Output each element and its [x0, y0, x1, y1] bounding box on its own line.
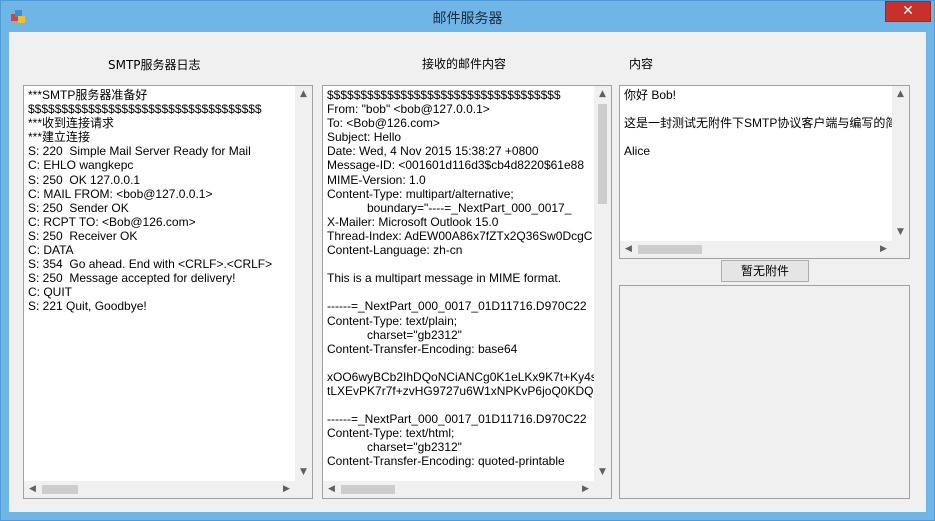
mail-line: Thread-Index: AdEW00A86x7fZTx2Q36Sw0DcgC [327, 228, 593, 243]
mail-line [327, 257, 595, 271]
close-button[interactable]: ✕ [885, 1, 931, 22]
mail-line: charset="gb2312" [327, 440, 462, 455]
scroll-down-icon[interactable]: ▼ [594, 464, 611, 481]
mail-line: Content-Type: multipart/alternative; [327, 186, 514, 201]
mail-line: Date: Wed, 4 Nov 2015 15:38:27 +0800 [327, 144, 539, 159]
log-line: C: EHLO wangkepc [28, 158, 134, 173]
log-line: ***收到连接请求 [28, 116, 115, 131]
mail-line: tLXEvPK7r7f+zvHG9727u6W1xNPKvP6joQ0KDQo [327, 383, 595, 398]
main-window: 邮件服务器 ✕ SMTP服务器日志 接收的邮件内容 内容 ***SMTP服务器准… [0, 0, 935, 521]
received-mail-heading: 接收的邮件内容 [422, 57, 507, 71]
smtp-log-vertical-scrollbar[interactable]: ▲ ▼ [295, 86, 312, 481]
scroll-up-icon[interactable]: ▲ [295, 86, 312, 103]
log-line: C: MAIL FROM: <bob@127.0.0.1> [28, 186, 213, 201]
scroll-right-icon[interactable]: ▶ [875, 241, 892, 258]
scroll-down-icon[interactable]: ▼ [295, 464, 312, 481]
scroll-left-icon[interactable]: ◀ [620, 241, 637, 258]
content-line: Alice [624, 144, 651, 159]
log-line: S: 250 Sender OK [28, 200, 129, 215]
mail-line: xOO6wyBCb2IhDQoNCiANCg0K1eLKx9K7t+Ky4sn [327, 369, 595, 384]
log-line: C: QUIT [28, 285, 72, 300]
attachment-panel [619, 285, 910, 499]
scroll-thumb[interactable] [42, 485, 78, 494]
window-title: 邮件服务器 [432, 11, 503, 27]
mail-line: boundary="----=_NextPart_000_0017_ [327, 200, 572, 215]
scroll-left-icon[interactable]: ◀ [24, 481, 41, 498]
log-line: C: RCPT TO: <Bob@126.com> [28, 214, 196, 229]
content-horizontal-scrollbar[interactable]: ◀ ▶ [620, 241, 892, 258]
smtp-log-text: ***SMTP服务器准备好 $$$$$$$$$$$$$$$$$$$$$$$$$$$… [28, 88, 296, 480]
content-heading: 内容 [629, 57, 654, 71]
mail-line: ------=_NextPart_000_0017_01D11716.D970C… [327, 412, 587, 427]
content-vertical-scrollbar[interactable]: ▲ ▼ [892, 86, 909, 241]
received-mail-textbox[interactable]: $$$$$$$$$$$$$$$$$$$$$$$$$$$$$$$$$$$ From:… [322, 85, 612, 499]
received-mail-horizontal-scrollbar[interactable]: ◀ ▶ [323, 481, 594, 498]
mail-line: charset="gb2312" [327, 327, 462, 342]
received-mail-text: $$$$$$$$$$$$$$$$$$$$$$$$$$$$$$$$$$$ From:… [327, 88, 595, 480]
title-bar[interactable]: 邮件服务器 ✕ [1, 1, 934, 32]
content-text: 你好 Bob! 这是一封测试无附件下SMTP协议客户端与编写的简 Alice [624, 88, 894, 240]
scroll-corner [594, 481, 611, 498]
log-line: S: 354 Go ahead. End with <CRLF>.<CRLF> [28, 257, 273, 272]
scroll-up-icon[interactable]: ▲ [892, 86, 909, 103]
content-textbox[interactable]: 你好 Bob! 这是一封测试无附件下SMTP协议客户端与编写的简 Alice ▲ ▼… [619, 85, 910, 259]
log-line: S: 250 OK 127.0.0.1 [28, 172, 141, 187]
log-line: S: 220 Simple Mail Server Ready for Mail [28, 144, 251, 159]
mail-line: ------=_NextPart_000_0017_01D11716.D970C… [327, 299, 587, 314]
mail-line: Subject: Hello [327, 130, 402, 145]
smtp-log-heading: SMTP服务器日志 [108, 58, 201, 72]
log-line: $$$$$$$$$$$$$$$$$$$$$$$$$$$$$$$$$$$ [28, 102, 262, 117]
mail-line: To: <Bob@126.com> [327, 116, 440, 131]
scroll-thumb[interactable] [341, 485, 395, 494]
mail-line: Content-Type: text/plain; [327, 313, 458, 328]
scroll-up-icon[interactable]: ▲ [594, 86, 611, 103]
mail-line: Content-Type: text/html; [327, 426, 455, 441]
scroll-left-icon[interactable]: ◀ [323, 481, 340, 498]
log-line: S: 250 Receiver OK [28, 228, 138, 243]
mail-line: Content-Transfer-Encoding: quoted-printa… [327, 454, 565, 469]
mail-line: This is a multipart message in MIME form… [327, 271, 562, 286]
scroll-down-icon[interactable]: ▼ [892, 224, 909, 241]
content-line [624, 130, 894, 144]
scroll-right-icon[interactable]: ▶ [278, 481, 295, 498]
mail-line: $$$$$$$$$$$$$$$$$$$$$$$$$$$$$$$$$$$ [327, 88, 561, 102]
scroll-corner [295, 481, 312, 498]
scroll-right-icon[interactable]: ▶ [577, 481, 594, 498]
mail-line: Message-ID: <001601d116d3$cb4d8220$61e88 [327, 158, 584, 173]
scroll-thumb[interactable] [598, 104, 607, 204]
mail-line [327, 356, 595, 370]
log-line: ***SMTP服务器准备好 [28, 88, 148, 102]
scroll-thumb[interactable] [638, 245, 702, 254]
mail-line [327, 285, 595, 299]
mail-line: MIME-Version: 1.0 [327, 172, 426, 187]
received-mail-vertical-scrollbar[interactable]: ▲ ▼ [594, 86, 611, 481]
mail-line: From: "bob" <bob@127.0.0.1> [327, 102, 490, 117]
attachment-button[interactable]: 暂无附件 [721, 260, 809, 282]
log-line: C: DATA [28, 243, 74, 258]
content-line: 这是一封测试无附件下SMTP协议客户端与编写的简 [624, 116, 894, 131]
log-line: S: 250 Message accepted for delivery! [28, 271, 236, 286]
log-line: S: 221 Quit, Goodbye! [28, 299, 147, 314]
mail-line [327, 398, 595, 412]
smtp-log-textbox[interactable]: ***SMTP服务器准备好 $$$$$$$$$$$$$$$$$$$$$$$$$$$… [23, 85, 313, 499]
content-line: 你好 Bob! [624, 88, 677, 102]
mail-line: Content-Language: zh-cn [327, 243, 463, 258]
mail-line: X-Mailer: Microsoft Outlook 15.0 [327, 214, 499, 229]
smtp-log-horizontal-scrollbar[interactable]: ◀ ▶ [24, 481, 295, 498]
scroll-corner [892, 241, 909, 258]
content-line [624, 102, 894, 116]
log-line: ***建立连接 [28, 130, 91, 145]
mail-line: Content-Transfer-Encoding: base64 [327, 341, 518, 356]
client-area: SMTP服务器日志 接收的邮件内容 内容 ***SMTP服务器准备好 $$$$$$… [9, 32, 926, 512]
